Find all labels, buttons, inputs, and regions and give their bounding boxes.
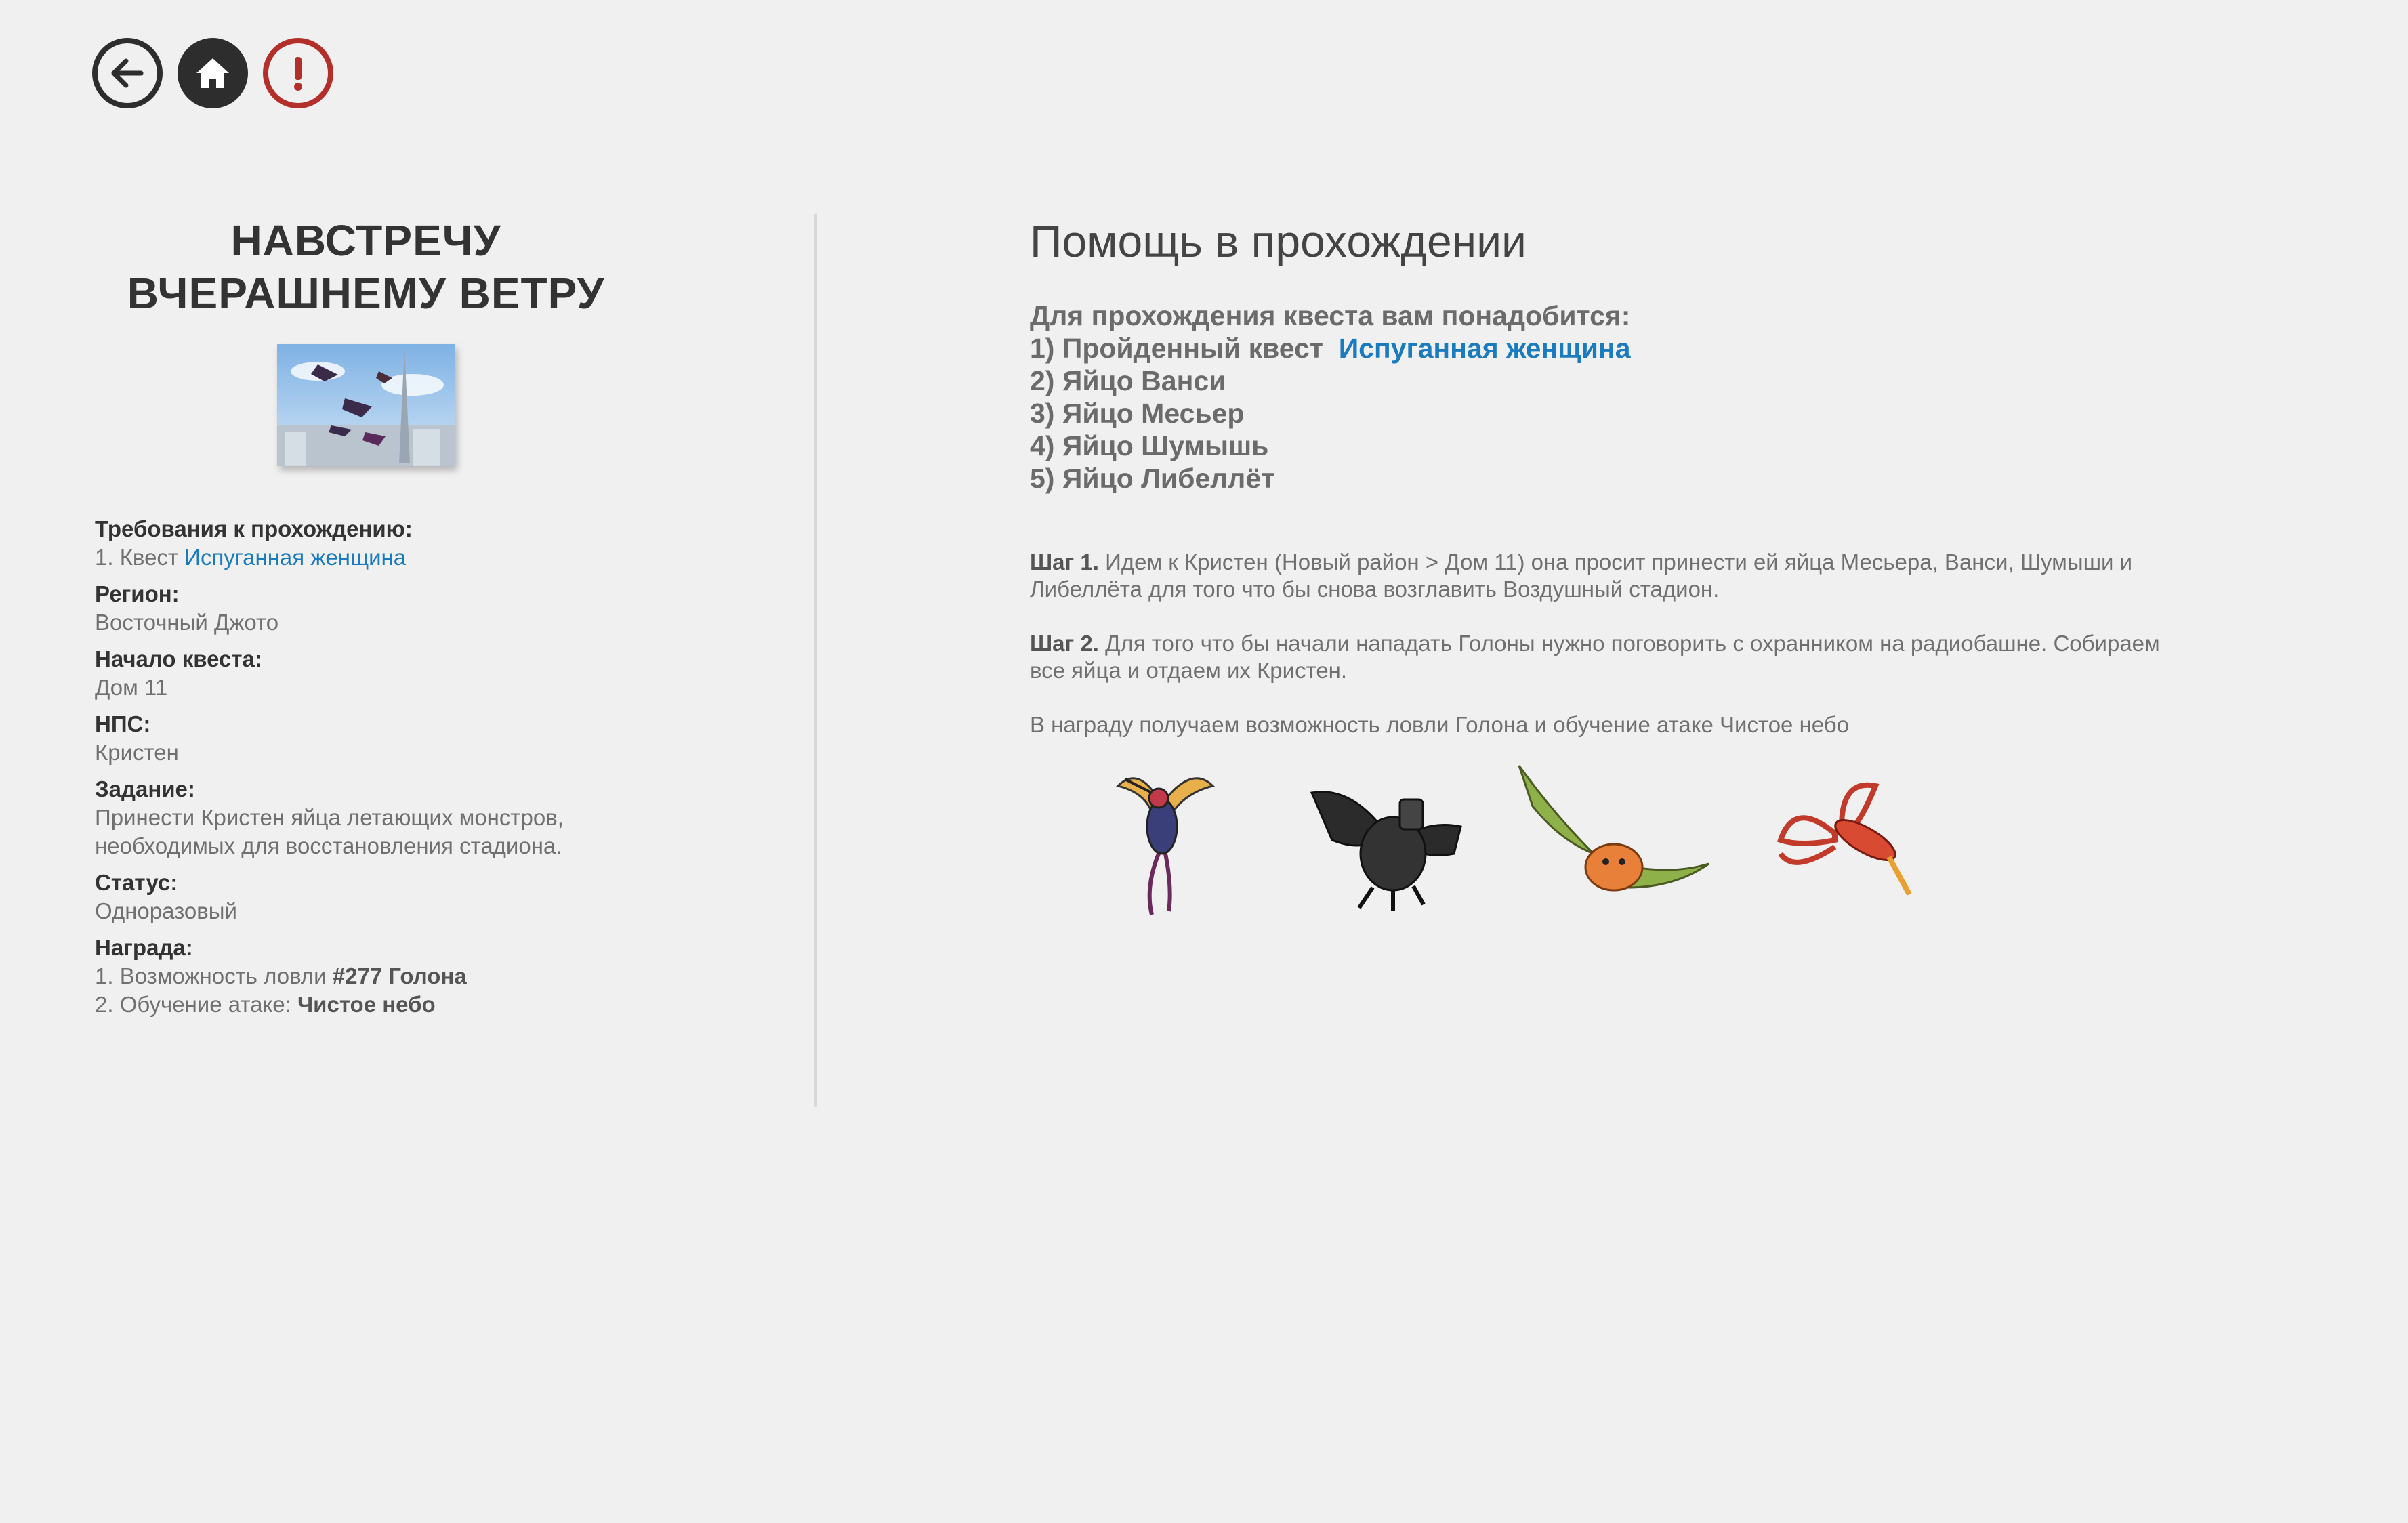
report-button[interactable]: [263, 38, 333, 108]
needs-intro: Для прохождения квеста вам понадобится:: [1030, 300, 1631, 331]
need-quest-link[interactable]: Испуганная женщина: [1339, 333, 1631, 364]
start-label: Начало квеста:: [95, 646, 262, 671]
task-label: Задание:: [95, 776, 195, 801]
reward-item-2: 2. Обучение атаке: Чистое небо: [95, 990, 637, 1019]
need1-prefix: 1) Пройденный квест: [1030, 333, 1323, 364]
column-divider: [814, 214, 817, 1107]
reward1-prefix: 1. Возможность ловли: [95, 963, 327, 988]
back-button[interactable]: [92, 38, 163, 108]
requirements-prefix: 1. Квест: [95, 545, 179, 570]
home-icon: [196, 58, 229, 88]
task-value: Принести Кристен яйца летающих монстров,…: [95, 805, 564, 858]
status-label: Статус:: [95, 870, 178, 895]
npc-label: НПС:: [95, 711, 151, 736]
npc-value: Кристен: [95, 740, 179, 765]
step2-text: Для того что бы начали нападать Голоны н…: [1030, 631, 2160, 683]
exclamation-icon: [294, 57, 302, 91]
step-2: Шаг 2. Для того что бы начали нападать Г…: [1030, 630, 2182, 684]
reward-description: В награду получаем возможность ловли Гол…: [1030, 712, 1850, 737]
reward2-prefix: 2. Обучение атаке:: [95, 992, 291, 1017]
need-item-5: 5) Яйцо Либеллёт: [1030, 463, 1275, 494]
monster-dragonfly-sprite: [1777, 782, 1912, 896]
requirement-quest-link[interactable]: Испуганная женщина: [184, 545, 406, 570]
status-value: Одноразовый: [95, 898, 237, 923]
home-button[interactable]: [178, 38, 248, 108]
needs-list: Для прохождения квеста вам понадобится: …: [1030, 299, 2182, 495]
start-value: Дом 11: [95, 675, 168, 700]
step-1: Шаг 1. Идем к Кристен (Новый район > Дом…: [1030, 549, 2182, 603]
quest-info-panel: НАВСТРЕЧУ ВЧЕРАШНЕМУ ВЕТРУ Требования к …: [95, 214, 637, 1019]
need-item-4: 4) Яйцо Шумышь: [1030, 430, 1269, 461]
quest-title-line2: ВЧЕРАШНЕМУ ВЕТРУ: [127, 269, 605, 318]
reward-item-1: 1. Возможность ловли #277 Голона: [95, 962, 637, 990]
monster-hummingbird-sprite: [1116, 777, 1215, 915]
requirements-label: Требования к прохождению:: [95, 516, 413, 541]
reward1-bold: #277 Голона: [332, 963, 467, 988]
region-value: Восточный Джото: [95, 610, 279, 635]
need-item-3: 3) Яйцо Месьер: [1030, 398, 1245, 429]
step1-label: Шаг 1.: [1030, 549, 1099, 575]
arrow-left-icon: [111, 58, 144, 88]
walkthrough-panel: Помощь в прохождении Для прохождения кве…: [1030, 214, 2182, 766]
top-nav: [92, 38, 333, 108]
reward2-bold: Чистое небо: [297, 992, 436, 1017]
requirements-value: 1. Квест Испуганная женщина: [95, 543, 637, 572]
quest-image: [277, 344, 455, 466]
step2-label: Шаг 2.: [1030, 631, 1099, 656]
step1-text: Идем к Кристен (Новый район > Дом 11) он…: [1030, 549, 2133, 602]
region-label: Регион:: [95, 581, 180, 606]
monster-gallery: [1057, 759, 1968, 921]
need-item-1: 1) Пройденный квест Испуганная женщина: [1030, 332, 2182, 364]
quest-details: Требования к прохождению: 1. Квест Испуг…: [95, 515, 637, 1019]
quest-title-line1: НАВСТРЕЧУ: [230, 216, 501, 265]
need-item-2: 2) Яйцо Ванси: [1030, 365, 1226, 396]
quest-title: НАВСТРЕЧУ ВЧЕРАШНЕМУ ВЕТРУ: [95, 214, 637, 320]
steps: Шаг 1. Идем к Кристен (Новый район > Дом…: [1030, 549, 2182, 738]
reward-label: Награда:: [95, 935, 193, 960]
monster-crow-sprite: [1310, 791, 1462, 911]
help-title: Помощь в прохождении: [1030, 216, 1527, 266]
monster-bat-sprite: [1518, 765, 1709, 892]
